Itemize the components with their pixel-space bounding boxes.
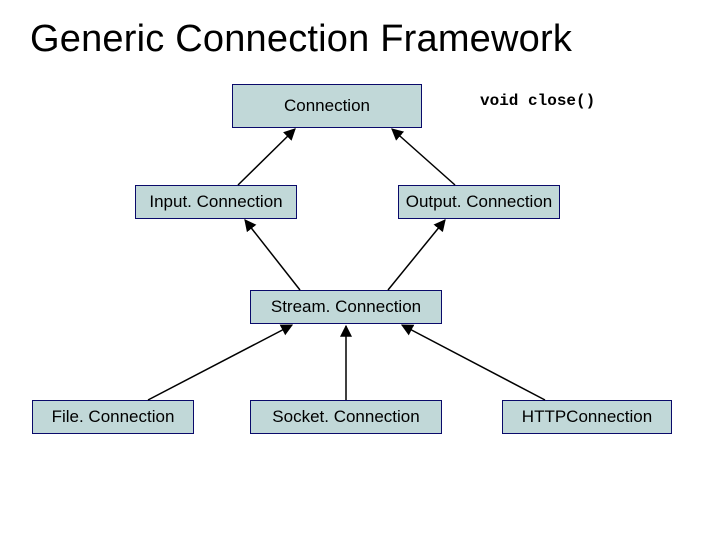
node-http-connection: HTTPConnection [502, 400, 672, 434]
node-output-connection: Output. Connection [398, 185, 560, 219]
node-socket-connection: Socket. Connection [250, 400, 442, 434]
arrows-layer [0, 0, 720, 540]
node-file-connection: File. Connection [32, 400, 194, 434]
node-stream-connection: Stream. Connection [250, 290, 442, 324]
annotation-close: void close() [480, 92, 595, 110]
node-connection: Connection [232, 84, 422, 128]
node-input-connection: Input. Connection [135, 185, 297, 219]
page-title: Generic Connection Framework [30, 18, 572, 61]
